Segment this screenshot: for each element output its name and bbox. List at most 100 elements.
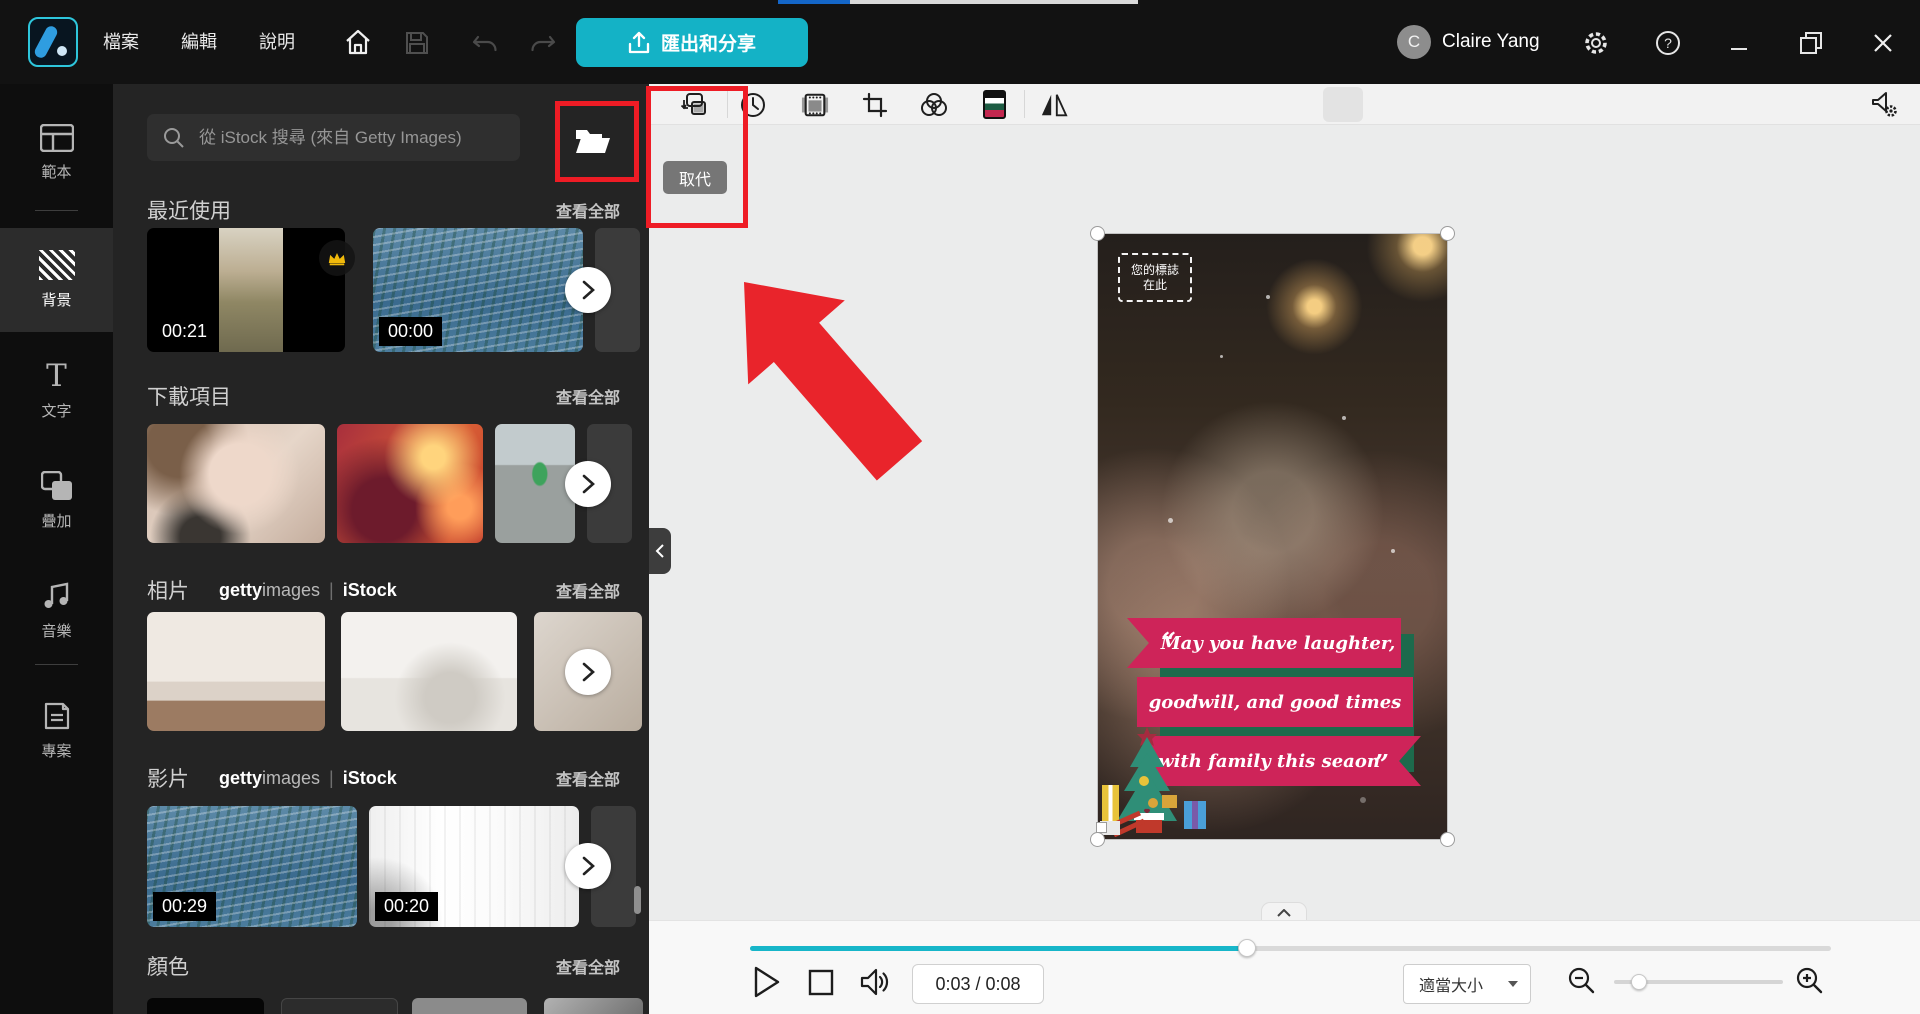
resize-handle-top-right[interactable] (1440, 226, 1455, 241)
app-logo-dot (57, 46, 67, 56)
video-thumb-2[interactable]: 00:20 (369, 806, 579, 927)
sidebar-label: 專案 (41, 743, 72, 760)
resize-handle-bottom-left[interactable] (1090, 832, 1105, 847)
chevron-left-icon (655, 544, 664, 558)
sidebar-item-templates[interactable]: 範本 (0, 110, 113, 196)
animation-frame-icon[interactable] (801, 91, 829, 118)
search-icon (163, 127, 185, 149)
panel-scrollbar[interactable] (634, 886, 641, 914)
section-title: 最近使用 (147, 200, 231, 223)
duration-badge: 00:00 (379, 317, 443, 346)
quote-ribbon-2[interactable]: goodwill, and good times (1137, 677, 1413, 727)
fit-size-label: 適當大小 (1419, 978, 1484, 995)
menu-help[interactable]: 說明 (259, 0, 295, 84)
app-logo-mark (32, 24, 60, 60)
flip-icon[interactable] (1040, 91, 1068, 118)
recent-thumb-1[interactable]: 00:21 (147, 228, 345, 352)
selected-video-clip[interactable]: 您的標誌 在此 “ May you have laughter, goodwil… (1090, 226, 1455, 847)
crop-icon[interactable] (861, 91, 889, 118)
redo-icon[interactable] (528, 28, 558, 58)
panel-collapse-tab[interactable] (649, 528, 671, 574)
project-icon (42, 701, 72, 731)
export-label: 匯出和分享 (660, 34, 756, 55)
export-icon (628, 31, 650, 55)
color-swatch-gradient[interactable] (544, 998, 643, 1014)
color-blend-icon[interactable] (920, 91, 948, 118)
restore-icon[interactable] (1796, 28, 1826, 58)
sidebar-item-overlay[interactable]: 疊加 (0, 458, 113, 544)
zoom-out-button[interactable] (1567, 966, 1597, 996)
minimize-icon[interactable] (1724, 28, 1754, 58)
audio-settings-icon[interactable] (1870, 91, 1898, 118)
fit-size-dropdown[interactable]: 適當大小 (1403, 964, 1531, 1004)
download-thumb-2[interactable] (337, 424, 483, 543)
red-arrow (744, 282, 923, 481)
photo-thumb-2[interactable] (341, 612, 517, 731)
sidebar-label: 文字 (41, 403, 72, 420)
photo-thumb-1[interactable] (147, 612, 325, 731)
toolbar-divider (1024, 90, 1025, 118)
menu-edit[interactable]: 編輯 (181, 0, 217, 84)
timeline-expand-tab[interactable] (1261, 902, 1307, 922)
app-window: 檔案 編輯 說明 匯出和分享 C Claire Yang ? 範本 背景 T 文… (0, 0, 1920, 1014)
replace-tooltip: 取代 (663, 161, 727, 194)
user-name[interactable]: Claire Yang (1442, 0, 1540, 84)
color-swatch-gray[interactable] (412, 998, 527, 1014)
search-input[interactable] (197, 126, 501, 149)
zoom-slider[interactable] (1614, 974, 1783, 990)
section-title: 顏色 (147, 956, 189, 979)
stop-button[interactable] (807, 968, 835, 996)
scroll-right-button[interactable] (565, 843, 611, 889)
app-logo[interactable] (28, 17, 78, 67)
scroll-right-button[interactable] (565, 649, 611, 695)
zoom-in-icon (1796, 967, 1823, 994)
help-icon[interactable]: ? (1653, 28, 1683, 58)
color-swatch-darkgray[interactable] (281, 998, 398, 1014)
download-thumb-1[interactable] (147, 424, 325, 543)
play-button[interactable] (753, 965, 781, 999)
avatar[interactable]: C (1397, 25, 1431, 59)
export-share-button[interactable]: 匯出和分享 (576, 18, 808, 67)
sidebar-item-projects[interactable]: 專案 (0, 688, 113, 774)
red-highlight-folder (555, 101, 639, 182)
seek-handle[interactable] (1238, 939, 1257, 957)
logo-placeholder[interactable]: 您的標誌 在此 (1118, 253, 1192, 302)
volume-icon (860, 968, 889, 996)
video-thumb-1[interactable]: 00:29 (147, 806, 357, 927)
color-swatch-black[interactable] (147, 998, 264, 1014)
section-downloads-header: 下載項目 查看全部 (147, 382, 620, 410)
volume-button[interactable] (859, 967, 891, 997)
view-all-link[interactable]: 查看全部 (556, 578, 620, 602)
seek-bar[interactable] (750, 939, 1831, 957)
sidebar-item-text[interactable]: T 文字 (0, 348, 113, 434)
canvas-toolbar (649, 84, 1920, 125)
menu-file[interactable]: 檔案 (103, 0, 139, 84)
sidebar-item-music[interactable]: 音樂 (0, 568, 113, 654)
background-icon (38, 250, 75, 280)
activity-sidebar: 範本 背景 T 文字 疊加 音樂 專案 (0, 84, 113, 1014)
template-icon (39, 124, 74, 152)
replace-hover-highlight (1323, 87, 1363, 122)
save-icon[interactable] (402, 28, 432, 58)
filter-icon[interactable] (980, 90, 1008, 119)
close-icon[interactable] (1868, 28, 1898, 58)
resize-handle-bottom-right[interactable] (1440, 832, 1455, 847)
duration-badge: 00:21 (153, 317, 217, 346)
time-current: 0:03 (935, 973, 971, 994)
quote-ribbon-1[interactable]: “ May you have laughter, (1127, 618, 1401, 668)
zoom-in-button[interactable] (1795, 966, 1825, 996)
view-all-link[interactable]: 查看全部 (556, 766, 620, 790)
music-icon (42, 581, 72, 611)
recent-thumb-2[interactable]: 00:00 (373, 228, 583, 352)
search-bar[interactable] (147, 114, 520, 161)
settings-gear-icon[interactable] (1581, 28, 1611, 58)
resize-handle-top-left[interactable] (1090, 226, 1105, 241)
view-all-link[interactable]: 查看全部 (556, 954, 620, 978)
thumb-art (219, 228, 283, 352)
undo-icon[interactable] (470, 28, 500, 58)
progress-fill (750, 946, 1248, 951)
home-icon[interactable] (343, 28, 373, 58)
sidebar-item-background[interactable]: 背景 (0, 228, 113, 332)
square-handle-bottom-left[interactable] (1096, 822, 1107, 833)
zoom-slider-handle[interactable] (1630, 974, 1647, 990)
